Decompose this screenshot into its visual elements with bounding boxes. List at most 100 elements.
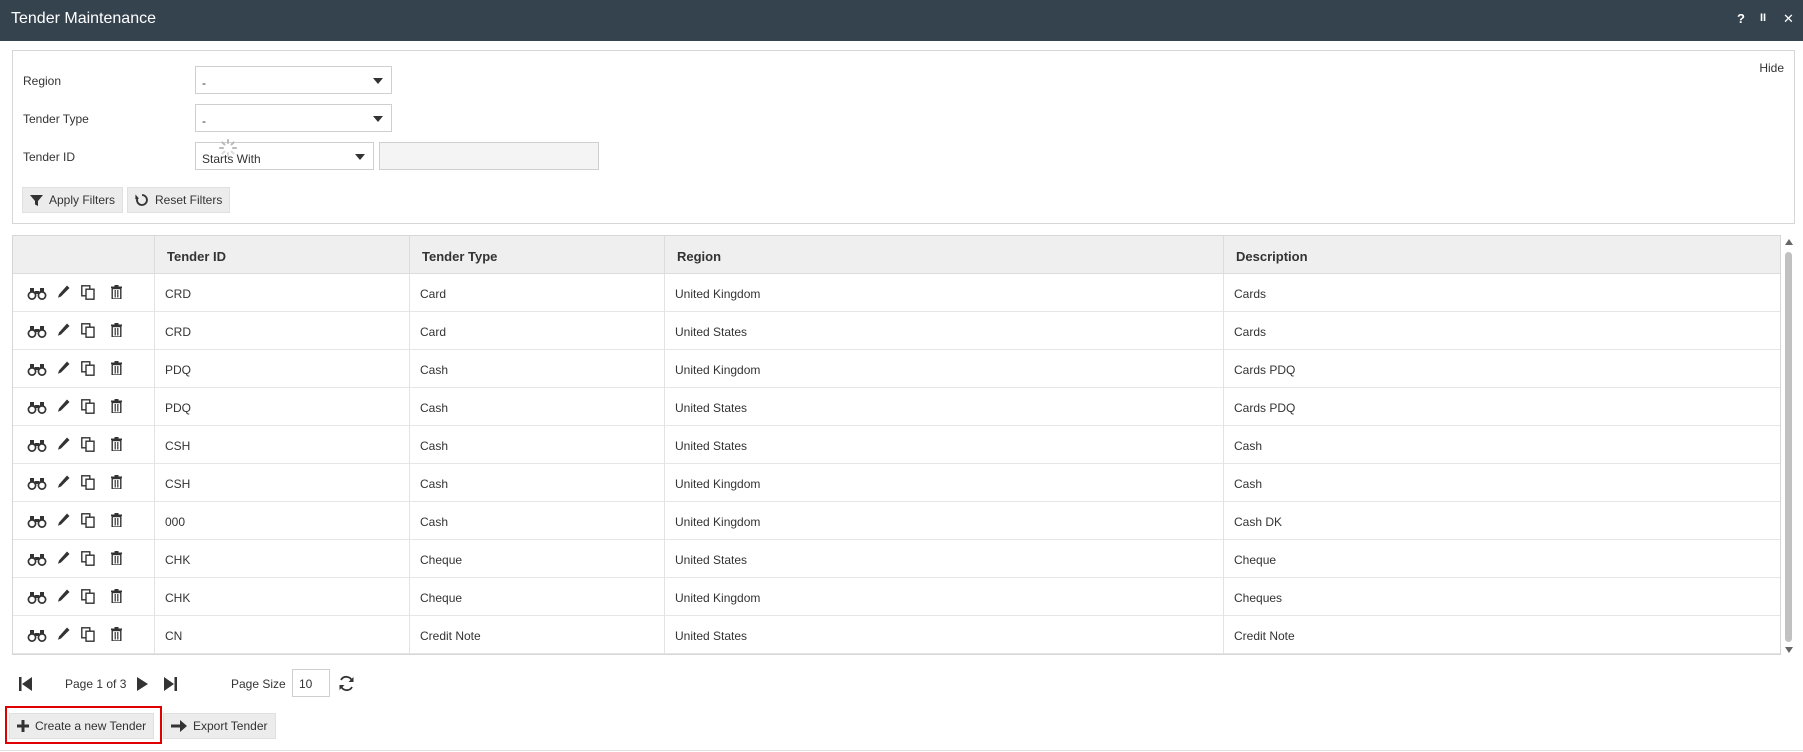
edit-pencil-icon[interactable] [57, 323, 70, 340]
copy-icon[interactable] [81, 627, 95, 645]
table-row[interactable]: CRD Card United Kingdom Cards [13, 274, 1780, 312]
delete-trash-icon[interactable] [111, 627, 122, 644]
row-actions [13, 388, 154, 426]
column-header-description[interactable]: Description [1223, 236, 1780, 274]
edit-pencil-icon[interactable] [57, 361, 70, 378]
grid-scrollbar[interactable] [1783, 237, 1795, 657]
view-binoculars-icon[interactable] [27, 591, 47, 607]
table-row[interactable]: CN Credit Note United States Credit Note [13, 616, 1780, 654]
apply-filters-button[interactable]: Apply Filters [22, 187, 124, 213]
row-actions [13, 540, 154, 578]
cell-region: United Kingdom [664, 464, 1223, 502]
copy-icon[interactable] [81, 323, 95, 341]
next-page-icon[interactable] [137, 677, 148, 691]
copy-icon[interactable] [81, 285, 95, 303]
cell-description: Cards PDQ [1223, 350, 1780, 388]
table-row[interactable]: PDQ Cash United States Cards PDQ [13, 388, 1780, 426]
delete-trash-icon[interactable] [111, 551, 122, 568]
arrow-right-icon [171, 720, 187, 732]
delete-trash-icon[interactable] [111, 361, 122, 378]
delete-trash-icon[interactable] [111, 589, 122, 606]
edit-pencil-icon[interactable] [57, 627, 70, 644]
copy-icon[interactable] [81, 437, 95, 455]
pause-button[interactable]: II [1760, 12, 1766, 24]
cell-description: Cards PDQ [1223, 388, 1780, 426]
reset-filters-button[interactable]: Reset Filters [127, 187, 231, 213]
refresh-icon[interactable] [338, 675, 355, 692]
table-row[interactable]: CRD Card United States Cards [13, 312, 1780, 350]
column-header-region[interactable]: Region [664, 236, 1223, 274]
copy-icon[interactable] [81, 551, 95, 569]
delete-trash-icon[interactable] [111, 323, 122, 340]
view-binoculars-icon[interactable] [27, 401, 47, 417]
tender-id-label: Tender ID [23, 150, 76, 164]
hide-filters-link[interactable]: Hide [1759, 61, 1784, 75]
chevron-down-icon [373, 78, 383, 84]
tender-id-input[interactable] [379, 142, 599, 170]
chevron-down-icon [373, 116, 383, 122]
scroll-thumb[interactable] [1785, 252, 1792, 642]
cell-description: Cash [1223, 464, 1780, 502]
help-button[interactable]: ? [1737, 11, 1745, 26]
edit-pencil-icon[interactable] [57, 513, 70, 530]
copy-icon[interactable] [81, 361, 95, 379]
delete-trash-icon[interactable] [111, 513, 122, 530]
tender-type-label: Tender Type [23, 112, 89, 126]
export-tender-button[interactable]: Export Tender [163, 713, 276, 739]
cell-description: Cards [1223, 274, 1780, 312]
delete-trash-icon[interactable] [111, 475, 122, 492]
view-binoculars-icon[interactable] [27, 553, 47, 569]
copy-icon[interactable] [81, 589, 95, 607]
edit-pencil-icon[interactable] [57, 589, 70, 606]
column-header-tender-id[interactable]: Tender ID [154, 236, 409, 274]
edit-pencil-icon[interactable] [57, 475, 70, 492]
view-binoculars-icon[interactable] [27, 287, 47, 303]
column-header-tender-type[interactable]: Tender Type [409, 236, 664, 274]
window-title: Tender Maintenance [11, 10, 156, 27]
close-button[interactable]: ✕ [1783, 11, 1794, 27]
tender-type-select[interactable]: - [195, 104, 392, 132]
cell-tender-type: Cash [409, 502, 664, 540]
loading-spinner-icon [219, 139, 237, 157]
edit-pencil-icon[interactable] [57, 437, 70, 454]
cell-region: United Kingdom [664, 274, 1223, 312]
table-row[interactable]: CSH Cash United States Cash [13, 426, 1780, 464]
scroll-down-icon[interactable] [1785, 647, 1793, 653]
delete-trash-icon[interactable] [111, 437, 122, 454]
region-select[interactable]: - [195, 66, 392, 94]
view-binoculars-icon[interactable] [27, 439, 47, 455]
view-binoculars-icon[interactable] [27, 477, 47, 493]
reset-icon [135, 194, 148, 206]
bottom-divider [0, 750, 1803, 751]
delete-trash-icon[interactable] [111, 399, 122, 416]
table-row[interactable]: CHK Cheque United States Cheque [13, 540, 1780, 578]
cell-description: Cash [1223, 426, 1780, 464]
cell-tender-id: PDQ [154, 350, 409, 388]
view-binoculars-icon[interactable] [27, 629, 47, 645]
chevron-down-icon [355, 154, 365, 160]
first-page-icon[interactable] [19, 677, 32, 691]
copy-icon[interactable] [81, 513, 95, 531]
page-size-input[interactable]: 10 [292, 669, 330, 697]
cell-region: United States [664, 388, 1223, 426]
row-actions [13, 464, 154, 502]
view-binoculars-icon[interactable] [27, 363, 47, 379]
table-row[interactable]: CSH Cash United Kingdom Cash [13, 464, 1780, 502]
delete-trash-icon[interactable] [111, 285, 122, 302]
copy-icon[interactable] [81, 399, 95, 417]
table-row[interactable]: 000 Cash United Kingdom Cash DK [13, 502, 1780, 540]
edit-pencil-icon[interactable] [57, 399, 70, 416]
apply-filters-label: Apply Filters [49, 193, 116, 207]
table-row[interactable]: PDQ Cash United Kingdom Cards PDQ [13, 350, 1780, 388]
edit-pencil-icon[interactable] [57, 551, 70, 568]
cell-description: Cards [1223, 312, 1780, 350]
last-page-icon[interactable] [164, 677, 177, 691]
cell-region: United Kingdom [664, 350, 1223, 388]
copy-icon[interactable] [81, 475, 95, 493]
filter-icon [30, 194, 43, 206]
view-binoculars-icon[interactable] [27, 325, 47, 341]
table-row[interactable]: CHK Cheque United Kingdom Cheques [13, 578, 1780, 616]
view-binoculars-icon[interactable] [27, 515, 47, 531]
scroll-up-icon[interactable] [1785, 239, 1793, 245]
edit-pencil-icon[interactable] [57, 285, 70, 302]
